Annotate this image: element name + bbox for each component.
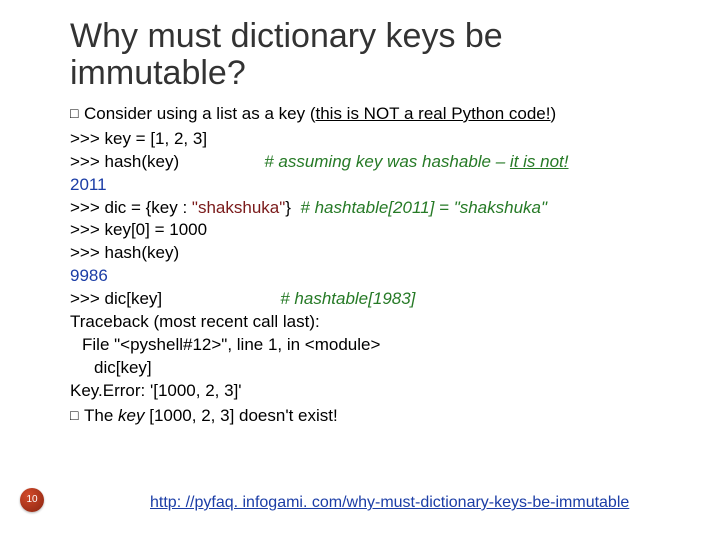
bullet-text-1a: Consider using a list as a key ( [84, 104, 316, 123]
c2-emph: it is not! [510, 152, 569, 171]
code-line-3: 2011 [70, 174, 672, 197]
slide: Why must dictionary keys be immutable? □… [0, 0, 720, 540]
footer-link: http: //pyfaq. infogami. com/why-must-di… [150, 494, 629, 512]
code-line-5: >>> key[0] = 1000 [70, 219, 672, 242]
code-line-12: Key.Error: '[1000, 2, 3]' [70, 380, 672, 403]
c2-key: key [356, 152, 382, 171]
code-l1: >>> key = [1, 2, 3] [70, 129, 207, 148]
code-l8a: >>> dic[key] [70, 289, 162, 308]
code-l4a: >>> dic = {key : [70, 198, 192, 217]
code-line-2: >>> hash(key) # assuming key was hashabl… [70, 151, 672, 174]
bullet-2-tail: [1000, 2, 3] doesn't exist! [145, 406, 338, 425]
code-line-4: >>> dic = {key : "shakshuka"} # hashtabl… [70, 197, 672, 220]
c2-post: was hashable – [382, 152, 510, 171]
code-line-7: 9986 [70, 265, 672, 288]
bullet-2-pre: The [84, 406, 118, 425]
code-line-9: Traceback (most recent call last): [70, 311, 672, 334]
bullet-text-1b: this is NOT a real Python code! [316, 104, 551, 123]
code-l4q: "shakshuka" [192, 198, 285, 217]
bullet-2-key: key [118, 406, 144, 425]
code-line-11: dic[key] [70, 357, 672, 380]
bullet-text-1c: ) [550, 104, 556, 123]
comment-8: # hashtable[1983] [280, 289, 415, 308]
comment-4: # hashtable[2011] = "shakshuka" [300, 198, 547, 217]
page-number-badge: 10 [20, 488, 44, 512]
source-link[interactable]: http: //pyfaq. infogami. com/why-must-di… [150, 494, 629, 511]
code-line-10: File "<pyshell#12>", line 1, in <module> [70, 334, 672, 357]
comment-2: # assuming key was hashable – it is not! [264, 152, 568, 171]
c2-pre: # assuming [264, 152, 356, 171]
code-l4b: } [285, 198, 291, 217]
code-block: >>> key = [1, 2, 3] >>> hash(key) # assu… [70, 128, 672, 403]
bullet-doesnt-exist: □The key [1000, 2, 3] doesn't exist! [70, 405, 672, 428]
code-l2a: >>> hash(key) [70, 152, 179, 171]
code-line-1: >>> key = [1, 2, 3] [70, 128, 672, 151]
bullet-consider: □Consider using a list as a key (this is… [70, 103, 672, 126]
bullet-icon: □ [70, 104, 84, 123]
slide-body: □Consider using a list as a key (this is… [70, 103, 672, 428]
code-line-6: >>> hash(key) [70, 242, 672, 265]
bullet-icon: □ [70, 406, 84, 425]
code-line-8: >>> dic[key] # hashtable[1983] [70, 288, 672, 311]
slide-title: Why must dictionary keys be immutable? [70, 18, 672, 93]
